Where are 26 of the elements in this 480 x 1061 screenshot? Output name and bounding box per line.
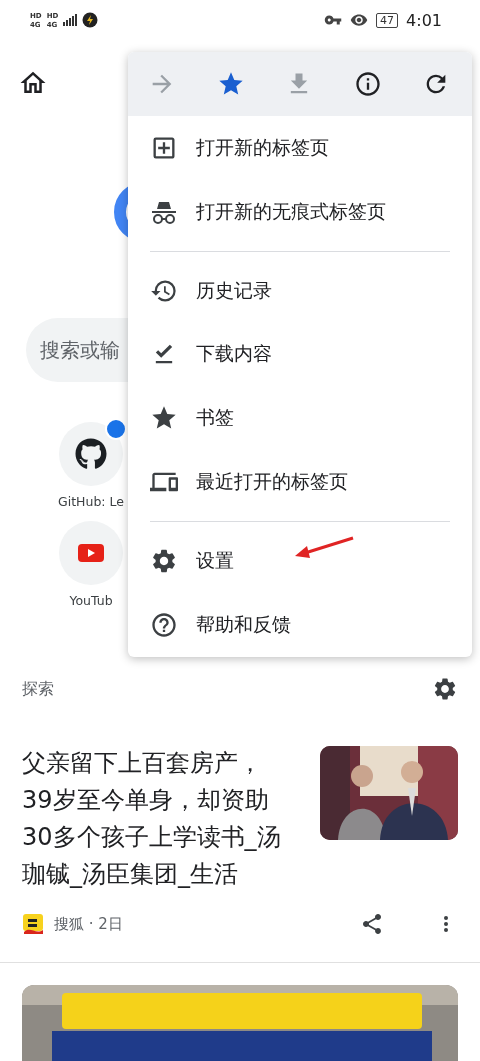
explore-title: 探索 <box>22 678 54 700</box>
eye-icon <box>350 11 369 29</box>
menu-item[interactable]: 下载内容 <box>128 322 472 387</box>
shortcut-label: GitHub: Le <box>58 494 124 509</box>
more-icon <box>444 916 448 932</box>
shortcut-label: YouTub <box>69 593 113 608</box>
source-logo-icon <box>22 913 44 935</box>
menu-item[interactable]: 最近打开的标签页 <box>128 450 472 515</box>
play-icon <box>78 544 104 562</box>
menu-item[interactable]: 帮助和反馈 <box>128 593 472 657</box>
info-button[interactable] <box>353 69 382 98</box>
help-icon <box>150 611 178 639</box>
menu-item[interactable]: 设置 <box>128 529 472 594</box>
charging-icon <box>82 12 99 28</box>
menu-item[interactable]: 书签 <box>128 386 472 451</box>
share-button[interactable] <box>360 912 384 936</box>
github-icon <box>75 438 107 470</box>
menu-item[interactable]: 打开新的无痕式标签页 <box>128 179 472 244</box>
settings-button[interactable] <box>432 676 458 702</box>
article-source: 搜狐 · 2日 <box>54 914 124 934</box>
battery-level: 47 <box>376 12 399 28</box>
article-title[interactable]: 父亲留下上百套房产，39岁至今单身，却资助30多个孩子上学读书_汤珈铖_汤臣集团_生活 <box>22 745 284 893</box>
signal-icon <box>63 14 78 26</box>
menu-item[interactable]: 打开新的标签页 <box>128 115 472 180</box>
menu-item[interactable]: 历史记录 <box>128 258 472 323</box>
clock: 4:01 <box>406 10 442 30</box>
